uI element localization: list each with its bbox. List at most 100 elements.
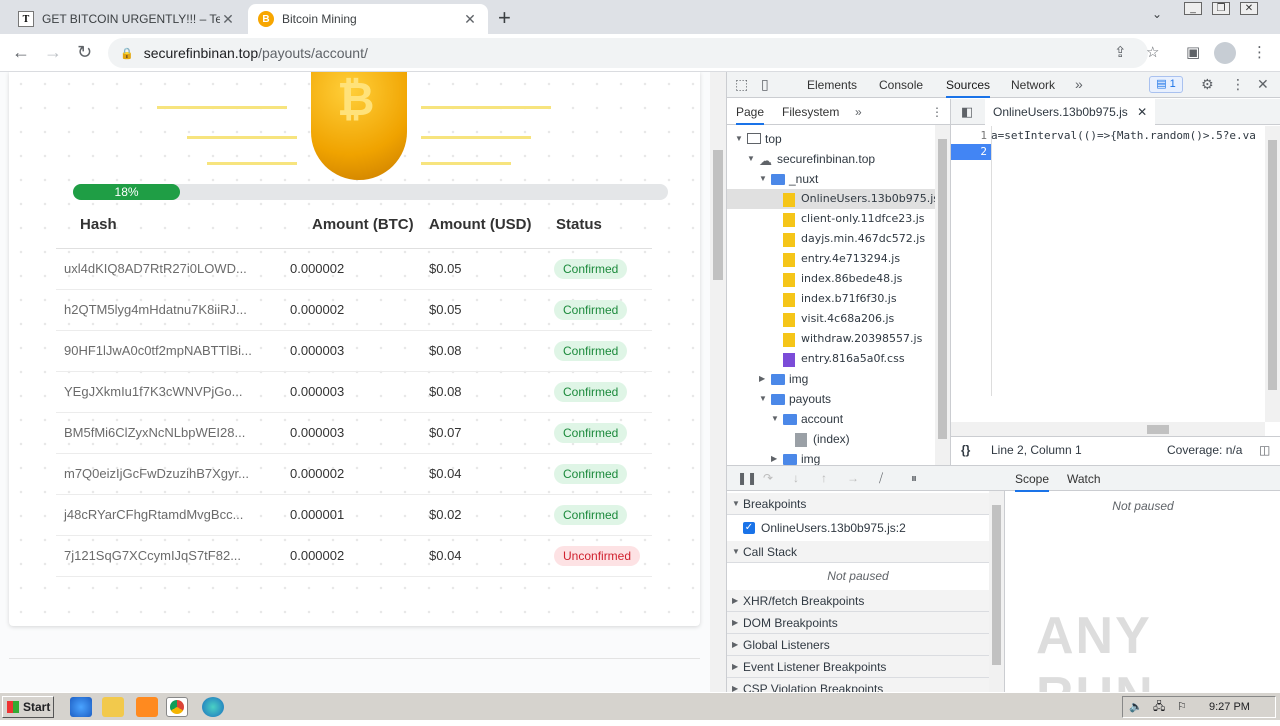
sidebar-scrollbar[interactable]	[989, 491, 1004, 692]
step-icon[interactable]: →	[847, 471, 859, 485]
tab-sources[interactable]: Sources	[946, 78, 991, 98]
scrollbar-thumb[interactable]	[1147, 425, 1169, 434]
minimize-icon[interactable]: _	[1184, 2, 1202, 15]
collapsed-section[interactable]: ▶ CSP Violation Breakpoints	[727, 678, 989, 692]
tree-item[interactable]: ▼ top	[727, 129, 935, 149]
tree-item[interactable]: index.b71f6f30.js	[727, 289, 935, 309]
close-window-icon[interactable]: ✕	[1240, 2, 1258, 15]
more-tabs-icon[interactable]: »	[1075, 76, 1083, 92]
expanded-triangle-icon[interactable]: ▼	[771, 409, 779, 429]
collapsed-section[interactable]: ▶ DOM Breakpoints	[727, 612, 989, 634]
tree-item[interactable]: ▼ _nuxt	[727, 169, 935, 189]
internet-explorer-icon[interactable]	[70, 697, 92, 717]
tree-item[interactable]: ▼ payouts	[727, 389, 935, 409]
tree-item[interactable]: ▼ ☁ securefinbinan.top	[727, 149, 935, 169]
collapsed-section[interactable]: ▶ Global Listeners	[727, 634, 989, 656]
forward-icon[interactable]: →	[44, 42, 62, 63]
tree-item[interactable]: visit.4c68a206.js	[727, 309, 935, 329]
scrollbar-thumb[interactable]	[1268, 140, 1277, 390]
share-icon[interactable]: ⇪	[1114, 43, 1127, 61]
editor-file-tab[interactable]: OnlineUsers.13b0b975.js ✕	[985, 99, 1156, 125]
close-tab-icon[interactable]: ✕	[220, 11, 236, 28]
new-tab-icon[interactable]: +	[498, 5, 511, 31]
start-button[interactable]: Start	[2, 696, 54, 718]
tree-item[interactable]: client-only.11dfce23.js	[727, 209, 935, 229]
step-into-icon[interactable]: ↓	[793, 471, 799, 485]
tab-watch[interactable]: Watch	[1067, 472, 1101, 486]
section-breakpoints[interactable]: ▼ Breakpoints	[727, 493, 989, 515]
tree-item[interactable]: entry.4e713294.js	[727, 249, 935, 269]
tree-item[interactable]: (index)	[727, 429, 935, 449]
tree-item[interactable]: ▶ img	[727, 369, 935, 389]
deactivate-breakpoints-icon[interactable]: ⧸	[879, 471, 883, 486]
toggle-navigator-icon[interactable]: ◧	[961, 104, 973, 120]
coverage-drawer-icon[interactable]: ◫	[1259, 437, 1270, 463]
navigator-scrollbar[interactable]	[935, 125, 950, 465]
tab-bitcoin-mining[interactable]: B Bitcoin Mining ✕	[248, 4, 488, 34]
issues-badge[interactable]: ▤ 1	[1149, 76, 1183, 93]
code-area[interactable]: 1 2 a=setInterval(()=>{Math.random()>.5?…	[951, 126, 1280, 436]
tree-item[interactable]: ▼ account	[727, 409, 935, 429]
tree-item[interactable]: OnlineUsers.13b0b975.js	[727, 189, 939, 209]
expanded-triangle-icon[interactable]: ▼	[759, 169, 767, 189]
expanded-triangle-icon[interactable]: ▼	[759, 389, 767, 409]
pretty-print-icon[interactable]: {}	[961, 437, 970, 463]
breakpoint-checkbox[interactable]: ✓	[743, 522, 755, 534]
collapsed-section[interactable]: ▶ Event Listener Breakpoints	[727, 656, 989, 678]
pause-on-exceptions-icon[interactable]: ⏸	[911, 471, 917, 486]
edge-icon[interactable]	[202, 697, 224, 717]
line-number-breakpoint[interactable]: 2	[951, 144, 991, 160]
lock-icon[interactable]: 🔒	[120, 47, 134, 60]
tree-item[interactable]: dayjs.min.467dc572.js	[727, 229, 935, 249]
expanded-triangle-icon[interactable]: ▼	[735, 129, 743, 149]
clock[interactable]: 9:27 PM	[1209, 697, 1250, 717]
tab-elements[interactable]: Elements	[807, 78, 857, 92]
back-icon[interactable]: ←	[12, 42, 30, 63]
file-explorer-icon[interactable]	[102, 697, 124, 717]
scrollbar-thumb[interactable]	[938, 139, 947, 439]
bookmark-star-icon[interactable]: ☆	[1146, 43, 1159, 61]
close-tab-icon[interactable]: ✕	[462, 11, 478, 28]
step-out-icon[interactable]: ↑	[821, 471, 827, 485]
reload-icon[interactable]: ↻	[77, 42, 92, 63]
collapsed-section[interactable]: ▶ XHR/fetch Breakpoints	[727, 590, 989, 612]
editor-horizontal-scrollbar[interactable]	[951, 422, 1265, 436]
tab-filesystem[interactable]: Filesystem	[782, 105, 839, 119]
tab-telegram[interactable]: T GET BITCOIN URGENTLY!!! – Telegra ✕	[8, 4, 246, 34]
network-icon[interactable]: 🖧	[1153, 697, 1165, 717]
tab-search-chevron-icon[interactable]: ⌄	[1152, 7, 1162, 21]
tab-scope[interactable]: Scope	[1015, 472, 1050, 492]
chrome-icon[interactable]	[166, 697, 188, 717]
more-nav-tabs-icon[interactable]: »	[855, 105, 862, 119]
media-player-icon[interactable]	[136, 697, 158, 717]
tree-item[interactable]: entry.816a5a0f.css	[727, 349, 935, 369]
maximize-icon[interactable]: ❐	[1212, 2, 1230, 15]
expanded-triangle-icon[interactable]: ▼	[747, 149, 755, 169]
tree-item[interactable]: withdraw.20398557.js	[727, 329, 935, 349]
scrollbar-thumb[interactable]	[713, 150, 723, 280]
page-scrollbar[interactable]	[710, 72, 726, 692]
devtools-menu-icon[interactable]: ⋮	[1231, 76, 1245, 93]
scrollbar-thumb[interactable]	[992, 505, 1001, 665]
line-number[interactable]: 1	[951, 128, 991, 144]
section-call-stack[interactable]: ▼ Call Stack	[727, 541, 989, 563]
breakpoint-item[interactable]: ✓ OnlineUsers.13b0b975.js:2	[727, 516, 989, 540]
collapsed-triangle-icon[interactable]: ▶	[759, 369, 765, 389]
tab-console[interactable]: Console	[879, 78, 923, 92]
tree-item[interactable]: index.86bede48.js	[727, 269, 935, 289]
settings-gear-icon[interactable]: ⚙	[1201, 76, 1214, 93]
menu-kebab-icon[interactable]: ⋮	[1252, 43, 1267, 61]
close-file-icon[interactable]: ✕	[1137, 105, 1147, 119]
address-bar[interactable]: 🔒 securefinbinan.top /payouts/account/	[108, 38, 1148, 68]
profile-avatar[interactable]	[1214, 42, 1236, 64]
navigator-menu-icon[interactable]: ⋮	[931, 105, 943, 119]
volume-icon[interactable]: 🔈	[1129, 697, 1143, 717]
tab-page[interactable]: Page	[736, 105, 765, 125]
step-over-icon[interactable]: ↷	[763, 471, 773, 485]
pause-icon[interactable]: ❚❚	[737, 471, 757, 485]
editor-vertical-scrollbar[interactable]	[1265, 126, 1280, 422]
close-devtools-icon[interactable]: ✕	[1257, 76, 1269, 93]
inspect-element-icon[interactable]: ⬚	[735, 76, 748, 93]
tab-network[interactable]: Network	[1011, 78, 1055, 92]
action-center-flag-icon[interactable]: ⚐	[1177, 697, 1187, 717]
